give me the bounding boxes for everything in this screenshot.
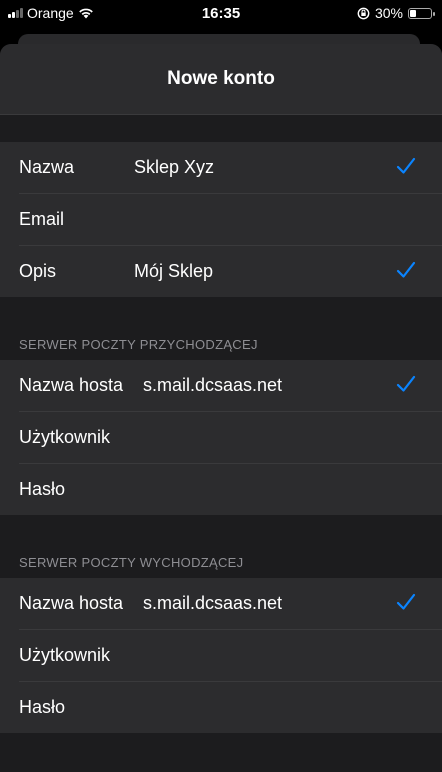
account-name-field[interactable]: Sklep Xyz — [134, 157, 214, 178]
checkmark-icon — [396, 157, 416, 174]
incoming-hostname-row[interactable]: Nazwa hosta s.mail.dcsaas.net — [0, 360, 442, 411]
row-label: Hasło — [19, 697, 66, 717]
new-account-sheet: Nowe konto Nazwa Sklep Xyz Email Opis Mó… — [0, 44, 442, 772]
row-label: Użytkownik — [19, 427, 111, 447]
nav-bar: Nowe konto — [0, 44, 442, 114]
checkmark-icon — [396, 375, 416, 392]
section-spacer — [0, 115, 442, 142]
status-bar: Orange 16:35 30% — [0, 0, 442, 30]
section-spacer — [0, 297, 442, 327]
row-label: Nazwa hosta — [19, 375, 124, 395]
incoming-server-group: Nazwa hosta s.mail.dcsaas.net Użytkownik… — [0, 360, 442, 515]
outgoing-password-row[interactable]: Hasło — [0, 682, 442, 733]
row-label: Hasło — [19, 479, 66, 499]
row-label: Nazwa — [19, 157, 75, 177]
battery-icon — [408, 7, 435, 19]
page-title: Nowe konto — [167, 68, 275, 89]
status-right: 30% — [357, 5, 435, 21]
account-email-row[interactable]: Email — [0, 194, 442, 245]
incoming-password-row[interactable]: Hasło — [0, 464, 442, 515]
row-label: Nazwa hosta — [19, 593, 124, 613]
orientation-lock-icon — [357, 7, 370, 19]
outgoing-server-header: SERWER POCZTY WYCHODZĄCEJ — [19, 555, 244, 570]
checkmark-icon — [396, 593, 416, 610]
checkmark-icon — [396, 261, 416, 278]
incoming-username-row[interactable]: Użytkownik — [0, 412, 442, 463]
battery-percent: 30% — [374, 5, 403, 21]
outgoing-server-group: Nazwa hosta s.mail.dcsaas.net Użytkownik… — [0, 578, 442, 733]
account-description-field[interactable]: Mój Sklep — [134, 261, 213, 282]
account-description-row[interactable]: Opis Mój Sklep — [0, 246, 442, 297]
outgoing-hostname-row[interactable]: Nazwa hosta s.mail.dcsaas.net — [0, 578, 442, 629]
outgoing-hostname-field[interactable]: s.mail.dcsaas.net — [143, 593, 282, 614]
row-label: Opis — [19, 261, 57, 281]
account-name-row[interactable]: Nazwa Sklep Xyz — [0, 142, 442, 193]
incoming-server-header: SERWER POCZTY PRZYCHODZĄCEJ — [19, 337, 258, 352]
incoming-hostname-field[interactable]: s.mail.dcsaas.net — [143, 375, 282, 396]
row-label: Email — [19, 209, 65, 229]
section-spacer — [0, 515, 442, 545]
account-group: Nazwa Sklep Xyz Email Opis Mój Sklep — [0, 142, 442, 297]
row-label: Użytkownik — [19, 645, 111, 665]
outgoing-username-row[interactable]: Użytkownik — [0, 630, 442, 681]
